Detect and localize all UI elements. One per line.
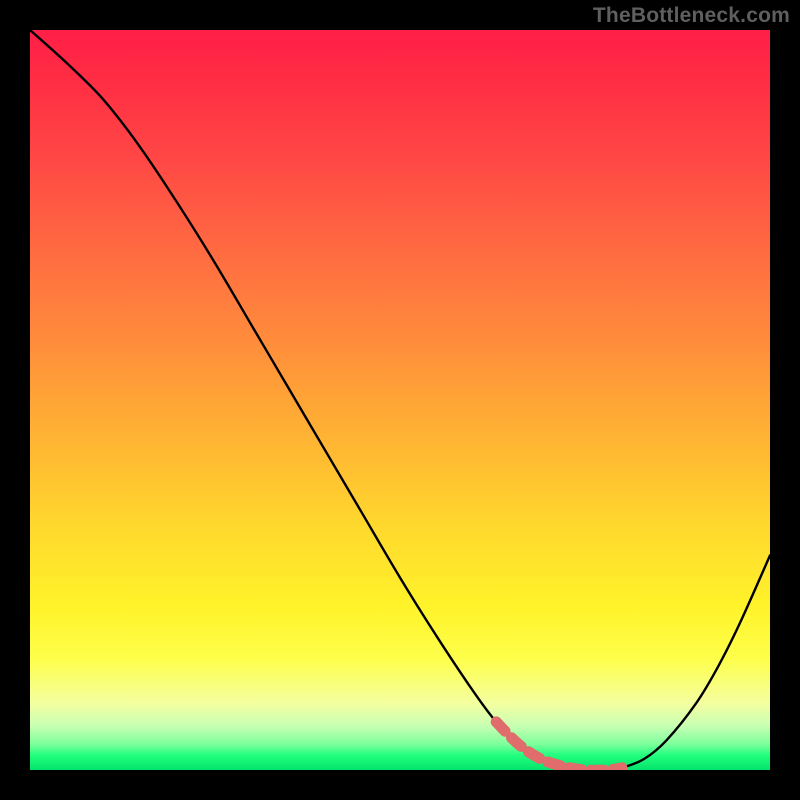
trough-highlight-path xyxy=(496,722,622,770)
bottleneck-curve xyxy=(30,30,770,770)
main-curve-path xyxy=(30,30,770,770)
plot-area xyxy=(30,30,770,770)
watermark-text: TheBottleneck.com xyxy=(593,4,790,28)
chart-frame: TheBottleneck.com xyxy=(0,0,800,800)
